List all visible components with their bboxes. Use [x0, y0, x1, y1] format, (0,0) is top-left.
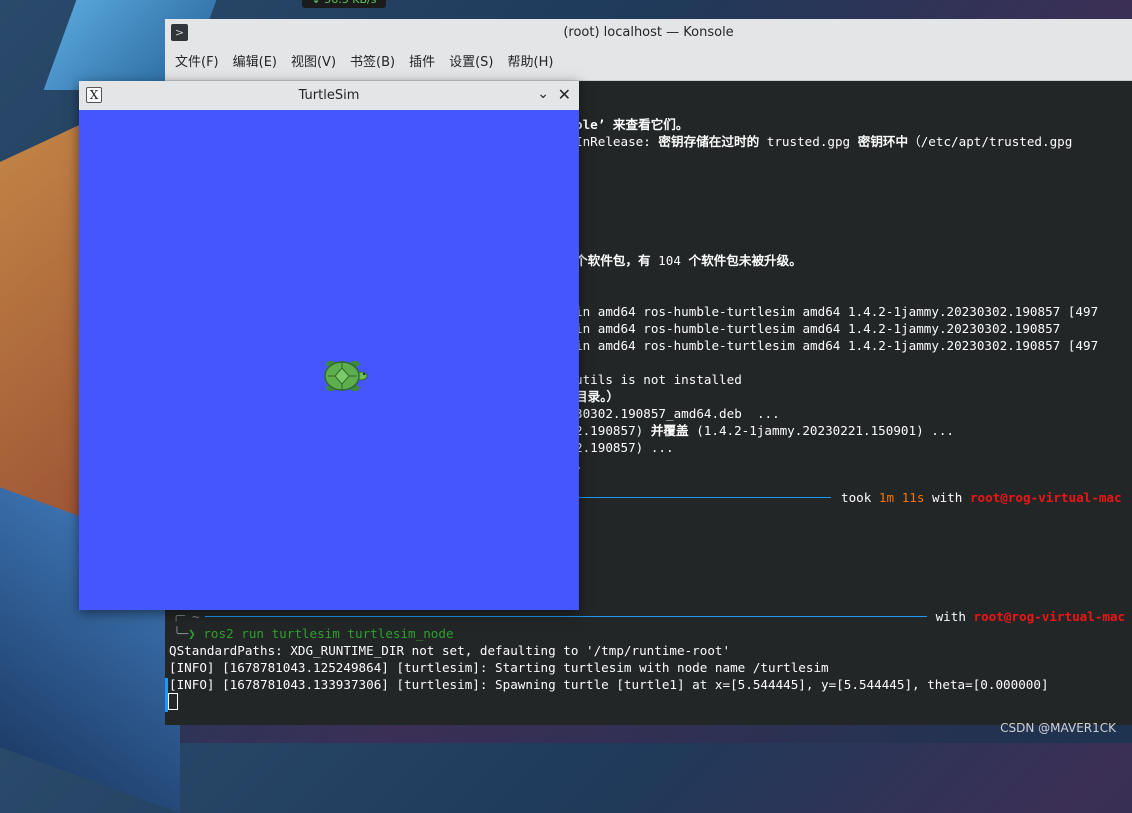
- menu-bookmarks[interactable]: 书签(B): [343, 46, 402, 80]
- menu-settings[interactable]: 设置(S): [442, 46, 500, 80]
- turtlesim-titlebar[interactable]: X TurtleSim ⌄ ✕: [79, 81, 579, 111]
- prompt-status: took 1m 11s with root@rog-virtual-mac: [841, 490, 1122, 505]
- terminal-output: [INFO] [1678781043.125249864] [turtlesim…: [169, 660, 829, 675]
- close-icon[interactable]: ✕: [558, 85, 571, 104]
- terminal-output: [INFO] [1678781043.133937306] [turtlesim…: [169, 677, 1049, 692]
- window-title: (root) localhost — Konsole: [563, 25, 734, 40]
- terminal-line: in amd64 ros-humble-turtlesim amd64 1.4.…: [575, 338, 1099, 353]
- prompt-separator: [577, 497, 831, 498]
- menu-edit[interactable]: 编辑(E): [226, 46, 284, 80]
- window-title: TurtleSim: [298, 88, 360, 103]
- terminal-line: InRelease: 密钥存储在过时的 trusted.gpg 密钥环中（/et…: [575, 134, 1073, 149]
- menu-view[interactable]: 视图(V): [284, 46, 343, 80]
- terminal-output: QStandardPaths: XDG_RUNTIME_DIR not set,…: [169, 643, 731, 658]
- watermark: CSDN @MAVER1CK: [1000, 721, 1116, 735]
- terminal-line: 30302.190857_amd64.deb ...: [575, 406, 780, 421]
- minimize-chevron-icon[interactable]: ⌄: [537, 86, 549, 102]
- terminal-line: 目录。）: [575, 389, 620, 404]
- prompt-corner: ╭─: [173, 611, 186, 622]
- menu-file[interactable]: 文件(F): [168, 46, 226, 80]
- terminal-line: utils is not installed: [575, 372, 742, 387]
- menu-bar: 文件(F) 编辑(E) 视图(V) 书签(B) 插件 设置(S) 帮助(H): [165, 46, 1132, 81]
- turtlesim-window: X TurtleSim ⌄ ✕: [79, 81, 579, 610]
- turtle-sprite: [324, 361, 368, 391]
- terminal-line: in amd64 ros-humble-turtlesim amd64 1.4.…: [575, 321, 1061, 336]
- terminal-line: ole’ 来查看它们。: [575, 117, 689, 132]
- konsole-titlebar[interactable]: > (root) localhost — Konsole: [165, 19, 1132, 46]
- terminal-line: 2.190857) ...: [575, 440, 674, 455]
- menu-help[interactable]: 帮助(H): [501, 46, 561, 80]
- text-cursor: [168, 693, 178, 710]
- menu-plugins[interactable]: 插件: [402, 46, 442, 80]
- terminal-line: 个软件包，有 104 个软件包未被升级。: [575, 253, 802, 268]
- prompt-dir: ~: [192, 609, 200, 624]
- turtlesim-canvas: [79, 110, 579, 610]
- network-speed-widget: ↓ 56.3 KB/s: [302, 0, 386, 8]
- terminal-line: in amd64 ros-humble-turtlesim amd64 1.4.…: [575, 304, 1099, 319]
- prompt-status: with root@rog-virtual-mac: [928, 609, 1126, 624]
- command-line: ╰─❯ ros2 run turtlesim turtlesim_node: [173, 626, 454, 641]
- terminal-line: 2.190857) 并覆盖 (1.4.2-1jammy.20230221.150…: [575, 423, 954, 438]
- prompt-separator: [205, 616, 927, 617]
